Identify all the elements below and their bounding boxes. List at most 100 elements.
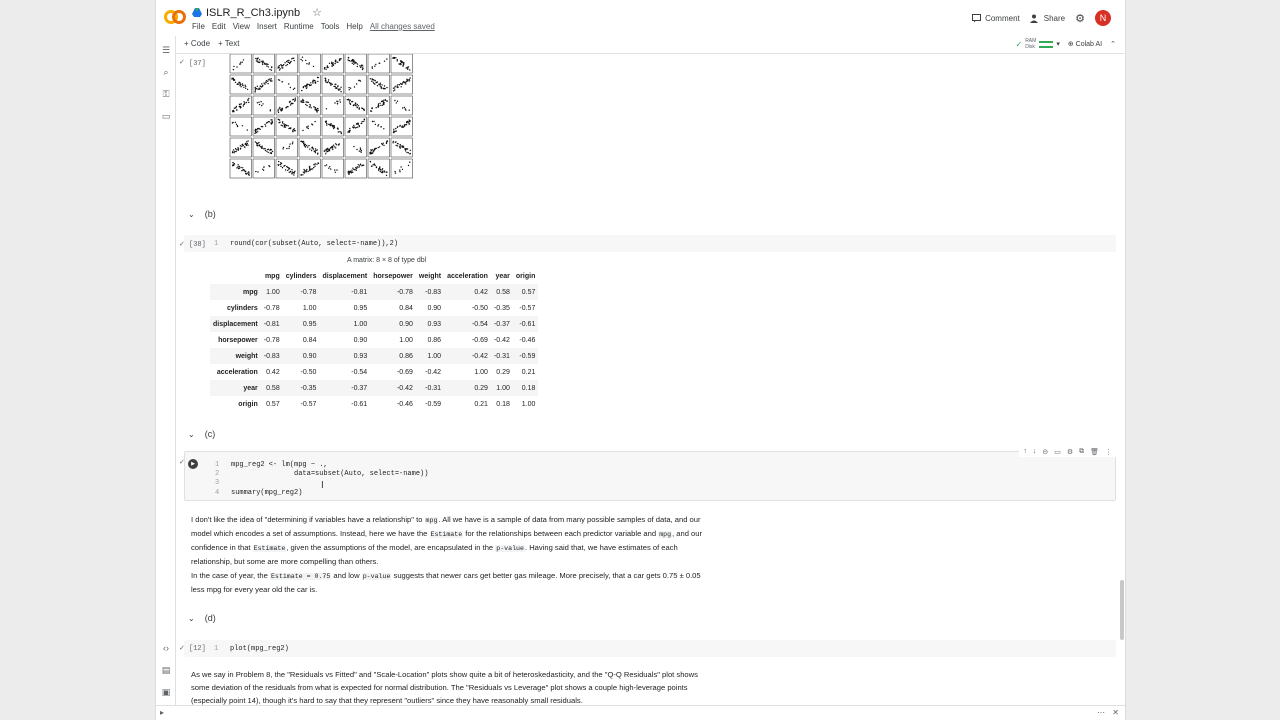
pairs-point [286,147,288,150]
chevron-down-icon[interactable]: ⌄ [188,210,195,219]
pairs-point [356,83,358,85]
notebook-title[interactable]: ISLR_R_Ch3.ipynb [206,7,300,19]
code-text[interactable]: plot(mpg_reg2) [230,645,289,653]
pairs-panel [252,95,275,116]
link-icon[interactable]: ⊝ [1042,448,1048,456]
avatar[interactable]: N [1095,10,1111,26]
table-cell: -0.46 [396,400,413,408]
pairs-point [358,79,360,82]
move-up-icon[interactable]: ↑ [1023,448,1027,456]
left-backdrop [0,0,155,720]
menu-file[interactable]: File [192,22,205,31]
vertical-scrollbar[interactable] [1120,580,1124,640]
pairs-point [371,120,374,123]
pairs-point [243,169,245,171]
move-down-icon[interactable]: ↓ [1033,448,1037,456]
code-line[interactable]: data=subset(Auto, select=-name)) [231,470,428,478]
pairs-point [335,147,337,149]
menu-edit[interactable]: Edit [212,22,226,31]
search-icon[interactable]: ⌕ [160,66,172,78]
status-caret-icon[interactable]: ▸ [160,708,164,717]
pairs-point [362,67,364,70]
pairs-point [278,108,280,110]
pairs-point [375,107,377,109]
code-text[interactable]: round(cor(subset(Auto, select=-name)),2) [230,240,398,248]
pairs-point [401,126,403,128]
close-icon[interactable]: ✕ [1112,708,1119,717]
gear-icon[interactable]: ⚙ [1067,448,1073,456]
delete-icon[interactable]: 🗑 [1090,448,1099,456]
pairs-point [396,59,398,61]
pairs-point [325,151,327,153]
table-cell: -0.83 [263,352,280,360]
pairs-point [374,65,376,67]
save-status[interactable]: All changes saved [370,22,435,31]
pairs-point [240,86,242,88]
pairs-point [380,104,382,107]
menu-view[interactable]: View [233,22,250,31]
chevron-down-icon[interactable]: ⌄ [188,614,195,623]
collapse-header-icon[interactable]: ⌃ [1110,40,1116,48]
pairs-point [404,82,406,84]
star-icon[interactable]: ☆ [312,6,322,19]
menu-tools[interactable]: Tools [321,22,340,31]
folder-icon[interactable]: ▭ [160,110,172,122]
code-snippets-icon[interactable]: ‹› [160,642,172,654]
pairs-point [409,69,411,71]
pairs-point [350,172,352,174]
code-line[interactable]: summary(mpg_reg2) [231,489,302,497]
code-cell-12[interactable]: 1 plot(mpg_reg2) [184,640,1116,657]
mirror-cell-icon[interactable]: ⧉ [1079,448,1084,456]
menu-help[interactable]: Help [346,22,362,31]
pairs-point [358,108,360,110]
pairs-point [288,167,290,169]
terminal-icon[interactable]: ▣ [160,686,172,698]
pairs-point [372,81,374,83]
resource-monitor[interactable]: ✓ RAM Disk ▾ [1015,38,1059,50]
comment-icon[interactable]: ▭ [1054,448,1061,456]
pairs-point [309,169,311,172]
pairs-point [409,77,411,79]
pairs-point [262,103,264,105]
share-button[interactable]: Share [1029,14,1065,23]
pairs-point [395,57,397,59]
table-of-contents-icon[interactable]: ☰ [160,44,172,56]
colab-ai-button[interactable]: ⊕ Colab AI [1068,40,1102,48]
code-cell-38[interactable]: 1 round(cor(subset(Auto, select=-name)),… [184,235,1116,252]
pairs-point [288,62,291,65]
add-code-button[interactable]: + Code [184,39,210,48]
gear-icon[interactable]: ⚙ [1075,12,1085,25]
menu-runtime[interactable]: Runtime [284,22,314,31]
section-b-header[interactable]: ⌄ (b) [188,209,216,219]
chevron-down-icon[interactable]: ⌄ [188,430,195,439]
table-cell: 0.84 [399,304,413,312]
column-header: horsepower [373,272,413,280]
menu-insert[interactable]: Insert [257,22,277,31]
pairs-point [352,104,355,107]
code-cell-reg2[interactable]: 1 2 3 4 mpg_reg2 <- lm(mpg ~ ., data=sub… [184,451,1116,501]
colab-logo[interactable] [164,8,186,26]
pairs-point [347,98,349,100]
more-options-icon[interactable]: ⋮ [1105,448,1112,456]
run-cell-button[interactable]: ▶ [188,459,198,469]
pairs-point [267,63,269,66]
command-palette-icon[interactable]: ▤ [160,664,172,676]
add-text-button[interactable]: + Text [218,39,239,48]
section-d-header[interactable]: ⌄ (d) [188,613,216,623]
comment-button[interactable]: Comment [972,13,1020,23]
chevron-down-icon[interactable]: ▾ [1056,40,1060,48]
pairs-point [324,149,326,151]
pairs-point [393,128,395,130]
pairs-point [313,79,315,82]
pairs-point [381,168,384,170]
code-line[interactable]: mpg_reg2 <- lm(mpg ~ ., [231,461,328,469]
pairs-point [357,122,359,124]
pairs-point [245,173,248,175]
key-icon[interactable]: ⚿ [160,88,172,100]
pairs-point [282,148,284,150]
pairs-point [269,149,271,151]
more-icon[interactable]: ⋯ [1097,708,1105,717]
table-row: displacement -0.81 0.95 1.00 0.90 0.93 -0.54 -0… [210,316,539,332]
pairs-point [385,174,388,176]
section-c-header[interactable]: ⌄ (c) [188,429,215,439]
